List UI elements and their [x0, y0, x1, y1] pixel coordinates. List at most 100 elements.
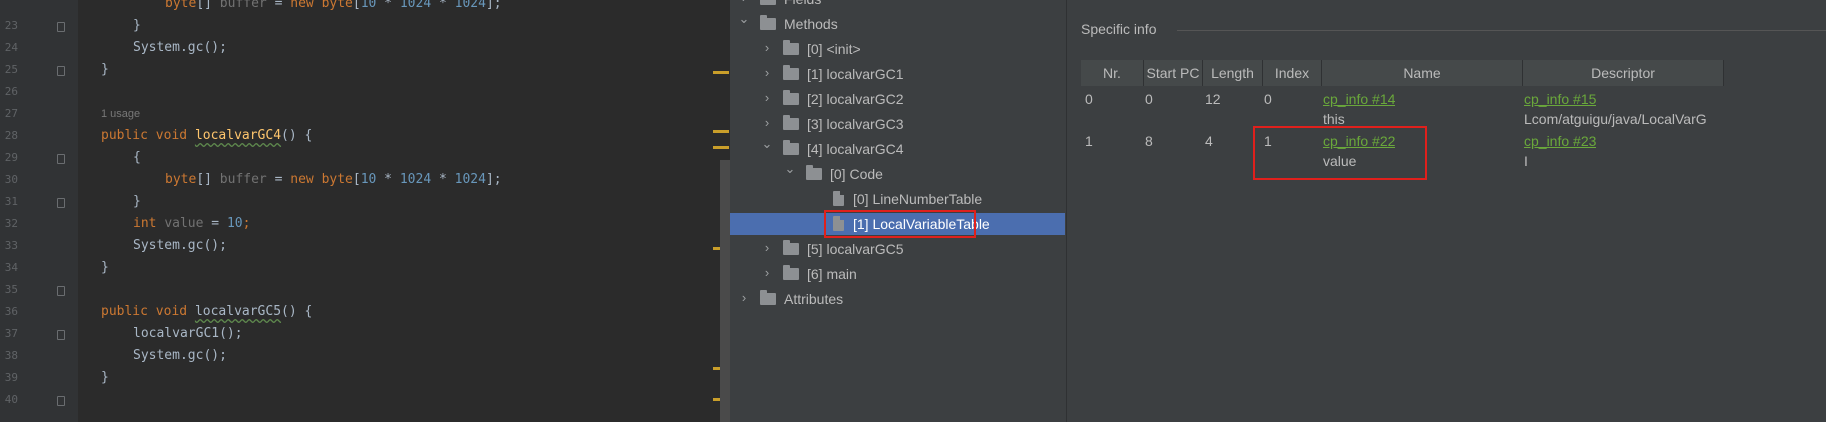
code-line[interactable]: 26 [0, 82, 716, 104]
code-line[interactable]: 31} [0, 192, 716, 214]
code-token: (); [219, 326, 243, 341]
code-token: (); [203, 348, 227, 363]
code-line[interactable]: 38 System.gc(); [0, 346, 716, 368]
folder-icon [783, 40, 799, 55]
line-number: 39 [4, 371, 18, 384]
code-text: System.gc(); [133, 348, 227, 363]
specific-info-panel: Specific info Nr. Start PC Length Index … [1066, 0, 1826, 422]
code-editor[interactable]: byte[] buffer = new byte[10 * 1024 * 102… [0, 0, 730, 422]
tree-node[interactable]: › [6] main [730, 263, 1066, 285]
tree-node[interactable]: › [5] localvarGC5 [730, 238, 1066, 260]
column-header-length[interactable]: Length [1203, 60, 1263, 86]
name-link[interactable]: cp_info #14 [1323, 91, 1395, 107]
fold-marker-icon[interactable] [57, 286, 65, 296]
code-token: new [290, 172, 314, 187]
cell-index: 0 [1264, 91, 1272, 107]
line-number: 36 [4, 305, 18, 318]
editor-scrollbar[interactable] [720, 160, 730, 422]
folder-icon [760, 290, 776, 305]
fold-marker-icon[interactable] [57, 198, 65, 208]
tree-node[interactable]: ⌄ [4] localvarGC4 [730, 136, 1066, 160]
tree-node-label: [0] LineNumberTable [853, 191, 983, 207]
column-header-descriptor[interactable]: Descriptor [1523, 60, 1724, 86]
descriptor-link[interactable]: cp_info #15 [1524, 91, 1596, 107]
code-token: new [290, 0, 314, 11]
scroll-marker[interactable] [713, 130, 729, 133]
code-line[interactable]: 35 [0, 280, 716, 302]
code-line[interactable]: 39} [0, 368, 716, 390]
chevron-right-icon[interactable]: › [761, 40, 773, 55]
column-header-index[interactable]: Index [1263, 60, 1322, 86]
code-line[interactable]: 27 1 usage [0, 104, 716, 126]
code-token: gc [187, 238, 204, 253]
chevron-right-icon[interactable]: › [738, 290, 750, 305]
code-line[interactable]: 33 System.gc(); [0, 236, 716, 258]
chevron-down-icon[interactable]: ⌄ [738, 11, 750, 27]
column-header-nr[interactable]: Nr. [1081, 60, 1144, 86]
code-line[interactable]: 30 byte[] buffer = new byte[10 * 1024 * 1… [0, 170, 716, 192]
scroll-marker[interactable] [713, 71, 729, 74]
chevron-right-icon[interactable]: › [738, 0, 750, 5]
code-text: 1 usage [101, 106, 140, 121]
fold-marker-icon[interactable] [57, 154, 65, 164]
fold-marker-icon[interactable] [57, 22, 65, 32]
chevron-right-icon[interactable]: › [761, 240, 773, 255]
chevron-down-icon[interactable]: ⌄ [761, 136, 773, 152]
code-text: public void localvarGC5() { [101, 304, 312, 319]
chevron-right-icon[interactable]: › [761, 115, 773, 130]
code-token: } [101, 62, 109, 77]
line-number: 33 [4, 239, 18, 252]
chevron-right-icon[interactable]: › [761, 90, 773, 105]
code-token: buffer [219, 0, 267, 11]
code-line[interactable]: 34} [0, 258, 716, 280]
tree-node-label: Fields [784, 0, 821, 7]
code-line[interactable]: 29 { [0, 148, 716, 170]
chevron-right-icon[interactable]: › [761, 65, 773, 80]
fold-marker-icon[interactable] [57, 330, 65, 340]
code-token: ]; [485, 0, 502, 11]
tree-node[interactable]: › [0] <init> [730, 38, 1066, 60]
tree-node[interactable]: › [1] localvarGC1 [730, 63, 1066, 85]
code-text: int value = 10; [133, 216, 250, 231]
code-token: * [431, 0, 455, 11]
column-header-name[interactable]: Name [1322, 60, 1523, 86]
tree-node[interactable]: [0] LineNumberTable [730, 188, 1066, 210]
chevron-right-icon[interactable]: › [761, 265, 773, 280]
tree-node[interactable]: › [2] localvarGC2 [730, 88, 1066, 110]
code-line[interactable]: 32 int value = 10; [0, 214, 716, 236]
code-token: 1 usage [101, 108, 141, 120]
scroll-marker[interactable] [713, 146, 729, 149]
tree-node[interactable]: ⌄ Methods [730, 11, 1066, 35]
code-line[interactable]: 24 System.gc(); [0, 38, 716, 60]
code-token: 1024 [454, 172, 486, 187]
code-line[interactable]: 28 public void localvarGC4() { [0, 126, 716, 148]
class-structure-tree[interactable]: › Fields ⌄ Methods › [0] <init> › [1] localvarG… [730, 0, 1066, 422]
tree-node[interactable]: › Attributes [730, 288, 1066, 310]
highlight-box [1253, 126, 1427, 180]
code-token: } [133, 18, 141, 33]
file-icon [833, 191, 844, 206]
code-line[interactable]: byte[] buffer = new byte[10 * 1024 * 102… [0, 0, 716, 16]
code-line[interactable]: 25} [0, 60, 716, 82]
line-number: 24 [4, 41, 18, 54]
code-token: [ [352, 0, 361, 11]
code-line[interactable]: 37 localvarGC1(); [0, 324, 716, 346]
line-number: 37 [4, 327, 18, 340]
column-header-start-pc[interactable]: Start PC [1144, 60, 1203, 86]
code-token: 10 [360, 0, 377, 11]
tree-node[interactable]: › [3] localvarGC3 [730, 113, 1066, 135]
title-divider [1177, 30, 1826, 31]
code-line[interactable]: 40 [0, 390, 716, 412]
code-text: System.gc(); [133, 40, 227, 55]
code-line[interactable]: 36 public void localvarGC5() { [0, 302, 716, 324]
line-number: 26 [4, 85, 18, 98]
tree-node[interactable]: ⌄ [0] Code [730, 161, 1066, 185]
tree-node[interactable]: › Fields [730, 0, 1066, 10]
chevron-down-icon[interactable]: ⌄ [784, 161, 796, 177]
fold-marker-icon[interactable] [57, 66, 65, 76]
line-number: 29 [4, 151, 18, 164]
descriptor-link[interactable]: cp_info #23 [1524, 133, 1596, 149]
fold-marker-icon[interactable] [57, 396, 65, 406]
code-line[interactable]: 23} [0, 16, 716, 38]
